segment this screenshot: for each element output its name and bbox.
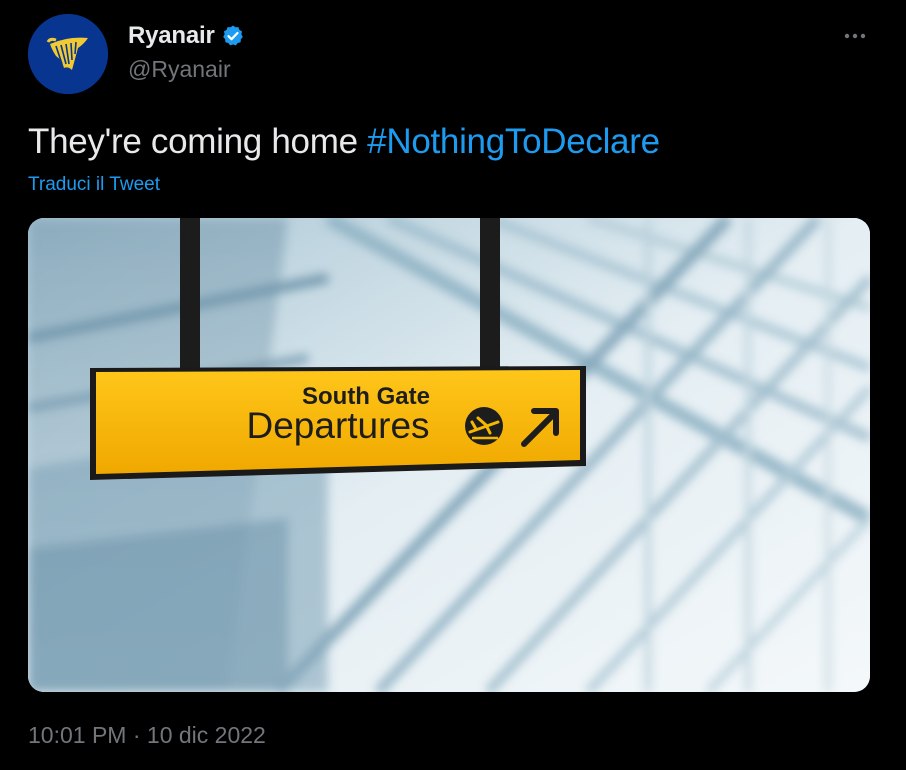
hashtag-link[interactable]: #NothingToDeclare — [367, 122, 660, 161]
more-options-icon[interactable] — [840, 24, 870, 48]
tweet-card: Ryanair @Ryanair They're coming home #No… — [0, 0, 906, 770]
display-name[interactable]: Ryanair — [128, 22, 215, 50]
translate-tweet-link[interactable]: Traduci il Tweet — [28, 174, 160, 196]
tweet-date: 10 dic 2022 — [146, 722, 266, 748]
timestamp-separator: · — [126, 722, 147, 748]
ryanair-harp-logo-icon — [28, 14, 108, 94]
tweet-image[interactable]: South Gate Departures — [28, 218, 870, 692]
avatar[interactable] — [28, 14, 108, 94]
departure-plane-icon — [465, 407, 503, 445]
tweet-time: 10:01 PM — [28, 722, 127, 748]
tweet-text: They're coming home #NothingToDeclare — [28, 122, 660, 162]
name-row: Ryanair — [128, 22, 245, 50]
verified-badge-icon — [221, 24, 245, 48]
timestamp[interactable]: 10:01 PM · 10 dic 2022 — [28, 722, 266, 749]
sign-line-2: Departures — [246, 405, 429, 446]
tweet-body-text: They're coming home — [28, 122, 368, 161]
account-handle[interactable]: @Ryanair — [128, 56, 231, 83]
